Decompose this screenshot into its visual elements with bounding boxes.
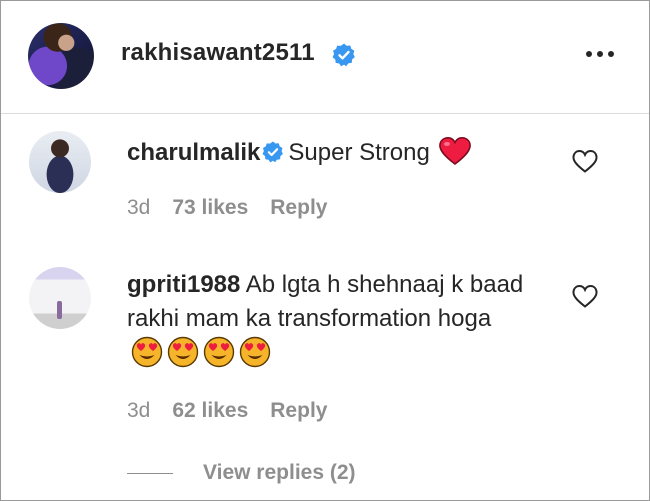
comment-text: Super Strong xyxy=(288,139,430,166)
instagram-comments-panel: rakhisawant2511 charulmalik Super Strong … xyxy=(0,0,650,501)
view-replies-label[interactable]: View replies (2) xyxy=(203,461,356,485)
post-author-username[interactable]: rakhisawant2511 xyxy=(121,39,315,67)
avatar[interactable] xyxy=(28,23,94,89)
comment-timestamp[interactable]: 3d xyxy=(127,399,150,423)
dot-icon xyxy=(597,51,603,57)
view-replies-button[interactable]: View replies (2) xyxy=(127,461,356,485)
heart-eyes-emoji-icon xyxy=(167,336,199,368)
comment-body: gpriti1988 Ab lgta h shehnaaj k baad rak… xyxy=(127,268,527,371)
comment-meta: 3d 62 likes Reply xyxy=(127,399,327,423)
post-header: rakhisawant2511 xyxy=(1,1,649,114)
comment-username[interactable]: gpriti1988 xyxy=(127,271,240,298)
avatar-figure xyxy=(57,301,62,319)
heart-eyes-emoji-icon xyxy=(239,336,271,368)
like-heart-icon[interactable] xyxy=(571,148,599,174)
avatar[interactable] xyxy=(29,267,91,329)
like-heart-icon[interactable] xyxy=(571,283,599,309)
dot-icon xyxy=(608,51,614,57)
comment-likes-count[interactable]: 62 likes xyxy=(172,399,248,423)
comment-likes-count[interactable]: 73 likes xyxy=(172,196,248,220)
red-heart-emoji-icon xyxy=(438,137,471,165)
comment-timestamp[interactable]: 3d xyxy=(127,196,150,220)
verified-badge-icon xyxy=(332,43,355,67)
reply-button[interactable]: Reply xyxy=(270,196,327,220)
avatar[interactable] xyxy=(29,131,91,193)
comment-username[interactable]: charulmalik xyxy=(127,139,260,166)
heart-eyes-emoji-icon xyxy=(203,336,235,368)
reply-button[interactable]: Reply xyxy=(270,399,327,423)
more-options-button[interactable] xyxy=(586,47,616,61)
comment-meta: 3d 73 likes Reply xyxy=(127,196,327,220)
dot-icon xyxy=(586,51,592,57)
comment-body: charulmalik Super Strong xyxy=(127,136,547,170)
divider-line xyxy=(127,472,173,474)
verified-badge-icon xyxy=(262,141,284,163)
heart-eyes-emoji-group xyxy=(127,336,271,368)
heart-eyes-emoji-icon xyxy=(131,336,163,368)
